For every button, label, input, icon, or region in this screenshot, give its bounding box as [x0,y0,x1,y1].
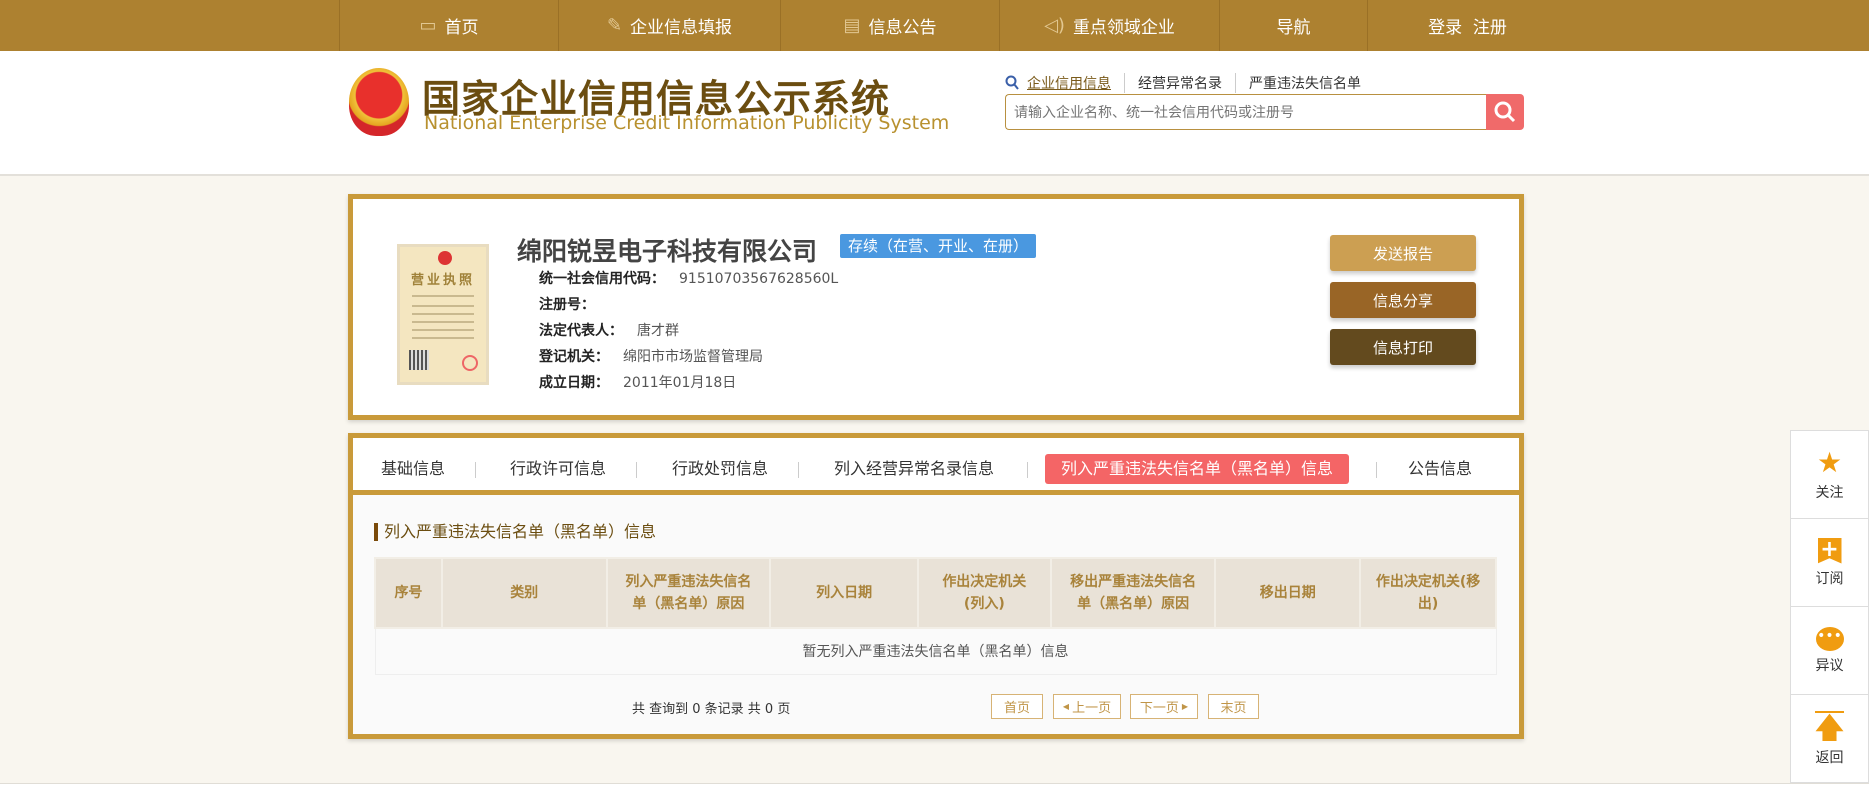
nav-home[interactable]: ▭ 首页 [339,0,558,51]
objection-button[interactable]: ••• 异议 [1791,607,1868,695]
page-last-button[interactable]: 末页 [1208,694,1259,719]
nav-login-register[interactable]: 登录 注册 [1367,0,1567,51]
nav-key-enterprises[interactable]: ◁) 重点领域企业 [999,0,1219,51]
send-report-button[interactable]: 发送报告 [1330,235,1476,271]
tab-blacklist[interactable]: 列入严重违法失信名单（黑名单）信息 [1045,454,1350,484]
status-badge: 存续（在营、开业、在册） [840,234,1037,258]
caret-right-icon: ▶ [1181,702,1189,711]
bookmark-plus-icon: + [1817,537,1842,564]
search-input[interactable] [1005,94,1487,130]
table-row: 暂无列入严重违法失信名单（黑名单）信息 [374,627,1497,675]
page-first-button[interactable]: 首页 [991,694,1043,719]
column-header: 移出日期 [1214,557,1362,629]
top-nav: ▭ 首页 ✎ 企业信息填报 ▤ 信息公告 ◁) 重点领域企业 导航 登录 注册 [0,0,1869,51]
floating-sidebar: ★ 关注 + 订阅 ••• 异议 🡅 返回 [1790,430,1869,783]
search-type-links: 企业信用信息 经营异常名录 严重违法失信名单 [1005,73,1374,93]
column-header: 作出决定机关(移出) [1359,557,1497,629]
blacklist-table: 序号 类别 列入严重违法失信名单（黑名单）原因 列入日期 作出决定机关(列入) … [374,557,1497,675]
column-header: 作出决定机关(列入) [916,557,1052,629]
search-icon [1005,75,1019,90]
back-to-top-button[interactable]: 🡅 返回 [1791,695,1868,783]
subscribe-button[interactable]: + 订阅 [1791,519,1868,607]
column-header: 移出严重违法失信名单（黑名单）原因 [1049,557,1217,629]
company-name: 绵阳锐昱电子科技有限公司 [517,237,818,266]
caret-left-icon: ◀ [1062,702,1070,711]
business-license-image[interactable]: 营业执照 [397,244,489,385]
follow-button[interactable]: ★ 关注 [1791,431,1868,519]
footer [0,783,1869,804]
search-link-abnormal[interactable]: 经营异常名录 [1124,73,1235,93]
nav-label: 信息公告 [868,18,937,38]
info-authority: 登记机关： 绵阳市市场监督管理局 [539,349,763,365]
national-emblem-icon [349,68,409,136]
nav-label: 重点领域企业 [1072,18,1175,38]
nav-label: 首页 [444,18,479,38]
nav-enterprise-report[interactable]: ✎ 企业信息填报 [558,0,780,51]
tab-abnormal[interactable]: 列入经营异常名录信息 [834,454,994,484]
column-header: 序号 [374,557,443,629]
chat-bubble-icon: ••• [1815,626,1844,651]
column-header: 列入日期 [769,557,919,629]
info-legal-rep: 法定代表人： 唐才群 [539,323,679,339]
tab-announcements[interactable]: 公告信息 [1408,454,1472,484]
nav-label: 导航 [1276,18,1311,38]
nav-navigation[interactable]: 导航 [1219,0,1367,51]
tab-basic[interactable]: 基础信息 [381,454,445,484]
logo-subtitle: National Enterprise Credit Information P… [424,112,950,134]
search-link-blacklist[interactable]: 严重违法失信名单 [1235,73,1374,93]
pen-icon: ✎ [606,15,623,36]
monitor-icon: ▭ [419,15,437,36]
share-button[interactable]: 信息分享 [1330,282,1476,318]
column-header: 类别 [440,557,608,629]
print-button[interactable]: 信息打印 [1330,329,1476,365]
section-title: 列入严重违法失信名单（黑名单）信息 [374,523,656,541]
info-established: 成立日期： 2011年01月18日 [539,375,737,391]
table-header-row: 序号 类别 列入严重违法失信名单（黑名单）原因 列入日期 作出决定机关(列入) … [374,557,1497,629]
tab-bar: 基础信息 行政许可信息 行政处罚信息 列入经营异常名录信息 列入严重违法失信名单… [353,438,1519,495]
search-icon [1494,101,1516,123]
nav-announcements[interactable]: ▤ 信息公告 [780,0,999,51]
tab-license[interactable]: 行政许可信息 [510,454,606,484]
speaker-icon: ◁) [1044,15,1065,36]
info-reg-number: 注册号： [539,297,595,313]
search-link-credit[interactable]: 企业信用信息 [1019,73,1124,93]
tab-penalty[interactable]: 行政处罚信息 [672,454,768,484]
document-icon: ▤ [843,15,861,36]
pagination-info: 共 查询到 0 条记录 共 0 页 [632,702,791,717]
page-next-button[interactable]: 下一页 ▶ [1130,694,1198,719]
page-prev-button[interactable]: ◀ 上一页 [1053,694,1121,719]
license-title: 营业执照 [410,273,475,288]
nav-label: 登录 注册 [1428,18,1507,38]
nav-label: 企业信息填报 [630,18,733,38]
info-credit-code: 统一社会信用代码： 91510703567628560L [539,271,839,287]
star-icon: ★ [1816,445,1843,479]
search-button[interactable] [1486,94,1524,130]
empty-message: 暂无列入严重违法失信名单（黑名单）信息 [374,627,1497,675]
column-header: 列入严重违法失信名单（黑名单）原因 [605,557,772,629]
arrow-up-icon: 🡅 [1815,711,1844,744]
